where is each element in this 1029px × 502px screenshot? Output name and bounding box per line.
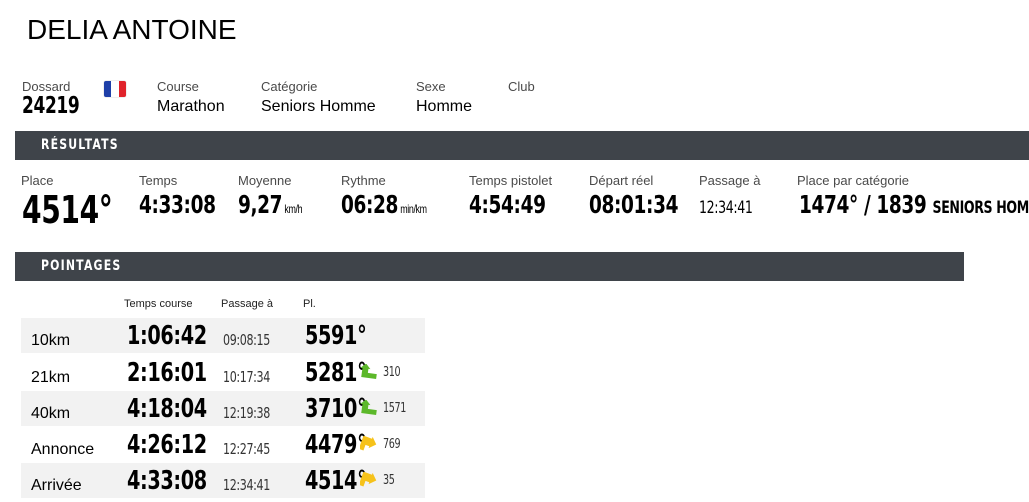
split-passage: 12:19:38 — [223, 404, 286, 422]
split-passage-text: 12:34:41 — [223, 476, 270, 494]
header-passage: Passage à — [221, 298, 273, 310]
resultats-header-bar: RÉSULTATS — [15, 131, 1029, 160]
temps-value: 4:33:08 — [139, 190, 242, 220]
trend-delta-text: 769 — [383, 437, 401, 452]
categorie-label: Catégorie — [261, 79, 318, 94]
split-row: Arrivée 4:33:08 12:34:41 4514° 35 — [21, 463, 425, 498]
dossard-value: 24219 — [22, 92, 100, 119]
depart-label: Départ réel — [589, 173, 654, 188]
moyenne-label: Moyenne — [238, 173, 292, 188]
split-passage: 09:08:15 — [223, 331, 286, 349]
place-number: 4514° — [22, 188, 113, 232]
split-passage-text: 12:19:38 — [223, 404, 270, 422]
split-time: 2:16:01 — [127, 357, 235, 388]
split-place-text: 3710° — [305, 394, 367, 424]
temps-number: 4:33:08 — [139, 190, 216, 219]
dossard-number: 24219 — [22, 93, 80, 119]
depart-value: 08:01:34 — [589, 190, 709, 220]
cat-place-number: 1474° / 1839 SENIORS HOMME — [799, 190, 1029, 219]
split-place-text: 5281° — [305, 358, 367, 388]
club-label: Club — [508, 79, 535, 94]
moyenne-unit: km/h — [284, 202, 303, 216]
cat-place-label: Place par catégorie — [797, 173, 910, 188]
split-row: Annonce 4:26:12 12:27:45 4479° 769 — [21, 427, 425, 462]
split-passage-text: 12:27:45 — [223, 440, 270, 458]
split-name: 40km — [31, 405, 71, 422]
rythme-unit: min/km — [400, 202, 427, 216]
trend-down-arrow-icon — [360, 436, 377, 451]
sexe-value: Homme — [416, 98, 473, 115]
split-name: Annonce — [31, 441, 95, 458]
trend-delta-text: 310 — [383, 365, 401, 380]
rythme-text: 06:28 — [341, 190, 399, 219]
cat-name: SENIORS HOMME — [932, 198, 1029, 218]
temps-label: Temps — [139, 173, 178, 188]
trend-delta: 1571 — [383, 400, 414, 416]
split-name: Arrivée — [31, 477, 82, 494]
split-passage: 10:17:34 — [223, 368, 286, 386]
rythme-number: 06:28 min/km — [341, 190, 427, 219]
cat-place-value: 1474° / 1839 SENIORS HOMME — [799, 190, 1029, 220]
place-label: Place — [21, 173, 54, 188]
passage-number: 12:34:41 — [699, 198, 753, 218]
split-passage: 12:34:41 — [223, 476, 286, 494]
depart-number: 08:01:34 — [589, 190, 679, 219]
split-time: 4:18:04 — [127, 393, 235, 424]
moyenne-number: 9,27 km/h — [238, 190, 303, 219]
split-time-text: 4:33:08 — [127, 466, 207, 496]
course-value: Marathon — [157, 98, 225, 115]
split-row: 40km 4:18:04 12:19:38 3710° 1571 — [21, 391, 425, 426]
header-temps-course: Temps course — [124, 298, 193, 310]
split-place-text: 4514° — [305, 466, 367, 496]
split-time-text: 4:18:04 — [127, 394, 207, 424]
split-place: 5591° — [305, 320, 388, 351]
split-time-text: 4:26:12 — [127, 430, 207, 460]
pistolet-number: 4:54:49 — [469, 190, 546, 219]
moyenne-value: 9,27 km/h — [238, 190, 325, 220]
split-place-text: 5591° — [305, 321, 367, 351]
trend-delta: 35 — [383, 472, 399, 488]
categorie-value: Seniors Homme — [261, 98, 376, 115]
rythme-value: 06:28 min/km — [341, 190, 457, 220]
split-time: 4:26:12 — [127, 429, 235, 460]
pointages-title: POINTAGES — [41, 258, 122, 274]
pistolet-label: Temps pistolet — [469, 173, 553, 188]
trend-delta: 310 — [383, 364, 406, 380]
sexe-label: Sexe — [416, 79, 446, 94]
moyenne-text: 9,27 — [238, 190, 283, 219]
france-flag-icon — [104, 81, 126, 97]
split-row: 10km 1:06:42 09:08:15 5591° — [21, 318, 425, 353]
resultats-title: RÉSULTATS — [41, 137, 119, 153]
trend-delta: 769 — [383, 436, 406, 452]
split-time-text: 2:16:01 — [127, 358, 207, 388]
trend-down-arrow-icon — [360, 472, 377, 487]
pistolet-value: 4:54:49 — [469, 190, 572, 220]
cat-place-text: 1474° / 1839 — [799, 190, 927, 219]
split-passage-text: 10:17:34 — [223, 368, 270, 386]
athlete-name: DELIA ANTOINE — [27, 14, 237, 45]
split-name: 21km — [31, 369, 71, 386]
passage-value: 12:34:41 — [699, 198, 771, 218]
course-label: Course — [157, 79, 199, 94]
trend-up-arrow-icon — [360, 400, 377, 416]
split-time: 4:33:08 — [127, 465, 235, 496]
trend-delta-text: 35 — [383, 473, 395, 488]
trend-delta-text: 1571 — [383, 401, 407, 416]
split-passage-text: 09:08:15 — [223, 331, 270, 349]
split-place-text: 4479° — [305, 430, 367, 460]
split-name: 10km — [31, 332, 71, 349]
passage-label: Passage à — [699, 173, 761, 188]
place-value: 4514° — [22, 188, 144, 233]
header-place: Pl. — [303, 298, 316, 310]
split-time-text: 1:06:42 — [127, 321, 207, 351]
split-row: 21km 2:16:01 10:17:34 5281° 310 — [21, 355, 425, 390]
split-passage: 12:27:45 — [223, 440, 286, 458]
split-time: 1:06:42 — [127, 320, 235, 351]
trend-up-arrow-icon — [360, 364, 377, 380]
rythme-label: Rythme — [341, 173, 386, 188]
pointages-header-bar: POINTAGES — [15, 252, 964, 281]
